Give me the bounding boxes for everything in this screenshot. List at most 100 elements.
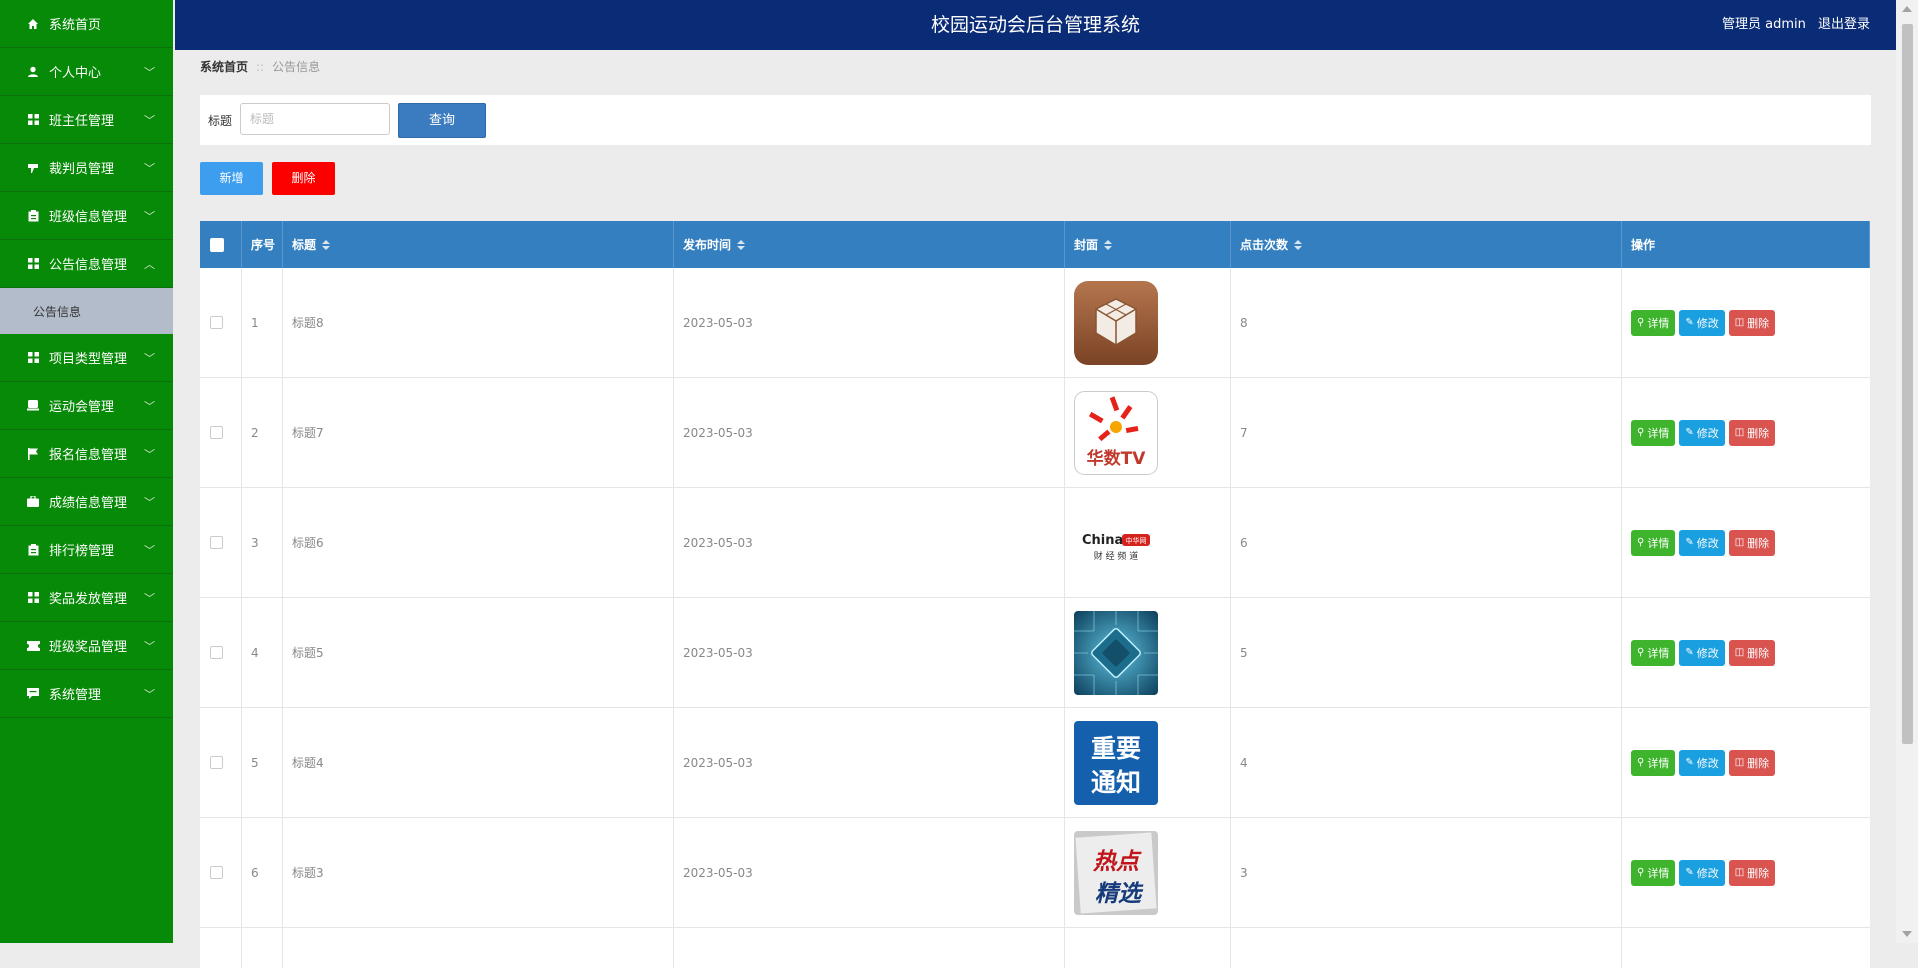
row-index: 4 bbox=[242, 598, 283, 707]
delete-button[interactable]: ◫ 删除 bbox=[1728, 529, 1776, 556]
row-clicks: 8 bbox=[1231, 268, 1622, 377]
edit-button[interactable]: ✎ 修改 bbox=[1679, 859, 1725, 886]
sort-icon[interactable] bbox=[737, 239, 746, 251]
row-cover-cell bbox=[1065, 598, 1231, 707]
cover-text: 重要 bbox=[1091, 734, 1141, 763]
row-actions: ⚲ 详情 ✎ 修改 ◫ 删除 bbox=[1622, 268, 1870, 377]
table-header: 序号 标题 发布时间 封面 点击次数 操作 bbox=[200, 221, 1870, 268]
sidebar-item-profile[interactable]: 个人中心 ﹀ bbox=[0, 48, 173, 96]
delete-button[interactable]: ◫ 删除 bbox=[1728, 309, 1776, 336]
sidebar-item-referee[interactable]: 裁判员管理 ﹀ bbox=[0, 144, 173, 192]
sidebar-item-ranking[interactable]: 排行榜管理 ﹀ bbox=[0, 526, 173, 574]
chat-icon bbox=[26, 687, 40, 701]
breadcrumb-home[interactable]: 系统首页 bbox=[200, 60, 248, 74]
sidebar-item-class-info[interactable]: 班级信息管理 ﹀ bbox=[0, 192, 173, 240]
sort-icon[interactable] bbox=[322, 239, 331, 251]
cover-text: 中华网 bbox=[1126, 536, 1147, 545]
header-clicks[interactable]: 点击次数 bbox=[1231, 221, 1622, 268]
row-cover-cell: China 中华网 财 经 频 道 bbox=[1065, 488, 1231, 597]
delete-button[interactable]: ◫ 删除 bbox=[1728, 859, 1776, 886]
edit-button[interactable]: ✎ 修改 bbox=[1679, 309, 1725, 336]
add-button[interactable]: 新增 bbox=[200, 162, 263, 195]
vertical-scrollbar[interactable] bbox=[1896, 0, 1918, 943]
pencil-icon: ✎ bbox=[1685, 647, 1694, 658]
delete-label: 删除 bbox=[1747, 536, 1770, 550]
row-select-cell bbox=[200, 488, 242, 597]
row-checkbox[interactable] bbox=[210, 756, 223, 769]
row-date: 2023-05-03 bbox=[674, 818, 1065, 927]
detail-button[interactable]: ⚲ 详情 bbox=[1631, 419, 1676, 446]
chevron-down-icon: ﹀ bbox=[144, 399, 155, 413]
delete-label: 删除 bbox=[1747, 646, 1770, 660]
edit-button[interactable]: ✎ 修改 bbox=[1679, 529, 1725, 556]
row-select-cell bbox=[200, 268, 242, 377]
row-date: 2023-05-03 bbox=[674, 488, 1065, 597]
row-checkbox[interactable] bbox=[210, 536, 223, 549]
header-publish-time[interactable]: 发布时间 bbox=[674, 221, 1065, 268]
top-header: 校园运动会后台管理系统 管理员 admin 退出登录 bbox=[175, 0, 1896, 50]
sidebar-item-notice[interactable]: 公告信息管理 ︿ bbox=[0, 240, 173, 288]
query-button[interactable]: 查询 bbox=[398, 103, 486, 138]
edit-button[interactable]: ✎ 修改 bbox=[1679, 419, 1725, 446]
row-clicks-empty bbox=[1231, 928, 1622, 968]
column-header-label: 点击次数 bbox=[1240, 238, 1289, 252]
edit-label: 修改 bbox=[1696, 316, 1719, 330]
title-search-input[interactable] bbox=[240, 103, 390, 135]
row-title: 标题6 bbox=[283, 488, 674, 597]
grid-icon bbox=[26, 591, 40, 605]
sort-icon[interactable] bbox=[1294, 239, 1303, 251]
trash-icon: ◫ bbox=[1734, 317, 1745, 328]
row-cover-cell bbox=[1065, 268, 1231, 377]
header-title[interactable]: 标题 bbox=[283, 221, 674, 268]
detail-button[interactable]: ⚲ 详情 bbox=[1631, 749, 1676, 776]
row-checkbox[interactable] bbox=[210, 866, 223, 879]
scroll-down-arrow-icon[interactable] bbox=[1902, 931, 1912, 937]
detail-button[interactable]: ⚲ 详情 bbox=[1631, 309, 1676, 336]
row-clicks: 6 bbox=[1231, 488, 1622, 597]
search-icon: ⚲ bbox=[1637, 317, 1645, 328]
detail-button[interactable]: ⚲ 详情 bbox=[1631, 859, 1676, 886]
delete-button[interactable]: ◫ 删除 bbox=[1728, 639, 1776, 666]
batch-delete-button[interactable]: 删除 bbox=[272, 162, 335, 195]
pencil-icon: ✎ bbox=[1685, 757, 1694, 768]
trash-icon: ◫ bbox=[1734, 427, 1745, 438]
edit-button[interactable]: ✎ 修改 bbox=[1679, 749, 1725, 776]
sidebar-item-project-type[interactable]: 项目类型管理 ﹀ bbox=[0, 334, 173, 382]
sidebar-item-label: 个人中心 bbox=[49, 66, 102, 81]
row-date-empty bbox=[674, 928, 1065, 968]
sidebar-item-label: 报名信息管理 bbox=[49, 448, 128, 463]
detail-button[interactable]: ⚲ 详情 bbox=[1631, 639, 1676, 666]
sidebar-item-sports-meet[interactable]: 运动会管理 ﹀ bbox=[0, 382, 173, 430]
sort-icon[interactable] bbox=[1104, 239, 1113, 251]
detail-button[interactable]: ⚲ 详情 bbox=[1631, 529, 1676, 556]
edit-button[interactable]: ✎ 修改 bbox=[1679, 639, 1725, 666]
sidebar-item-class-prize[interactable]: 班级奖品管理 ﹀ bbox=[0, 622, 173, 670]
sidebar-item-registration[interactable]: 报名信息管理 ﹀ bbox=[0, 430, 173, 478]
sidebar-item-label: 班级奖品管理 bbox=[49, 640, 128, 655]
row-cover-cell: 热点 精选 bbox=[1065, 818, 1231, 927]
sidebar-item-head-teacher[interactable]: 班主任管理 ﹀ bbox=[0, 96, 173, 144]
row-index: 6 bbox=[242, 818, 283, 927]
header-cover[interactable]: 封面 bbox=[1065, 221, 1231, 268]
sidebar-item-system[interactable]: 系统管理 ﹀ bbox=[0, 670, 173, 718]
table-row: 3 标题6 2023-05-03 China 中华网 财 经 频 道 6 ⚲ 详情… bbox=[200, 488, 1870, 598]
row-checkbox[interactable] bbox=[210, 426, 223, 439]
box-icon bbox=[26, 399, 40, 413]
scrollbar-thumb[interactable] bbox=[1902, 24, 1913, 744]
notice-cover-image: 重要 通知 bbox=[1074, 720, 1158, 805]
row-date: 2023-05-03 bbox=[674, 268, 1065, 377]
row-checkbox[interactable] bbox=[210, 646, 223, 659]
sidebar-item-label: 裁判员管理 bbox=[49, 162, 115, 177]
scroll-up-arrow-icon[interactable] bbox=[1902, 6, 1912, 12]
sidebar-item-home[interactable]: 系统首页 bbox=[0, 0, 173, 48]
sidebar-subitem-notice-info[interactable]: 公告信息 bbox=[0, 288, 173, 334]
logout-link[interactable]: 退出登录 bbox=[1818, 17, 1870, 32]
cover-text: 华数TV bbox=[1087, 448, 1147, 469]
table-row bbox=[200, 928, 1870, 968]
delete-button[interactable]: ◫ 删除 bbox=[1728, 419, 1776, 446]
sidebar-item-score[interactable]: 成绩信息管理 ﹀ bbox=[0, 478, 173, 526]
sidebar-item-prize-distribution[interactable]: 奖品发放管理 ﹀ bbox=[0, 574, 173, 622]
select-all-checkbox[interactable] bbox=[210, 237, 224, 252]
row-checkbox[interactable] bbox=[210, 316, 223, 329]
delete-button[interactable]: ◫ 删除 bbox=[1728, 749, 1776, 776]
